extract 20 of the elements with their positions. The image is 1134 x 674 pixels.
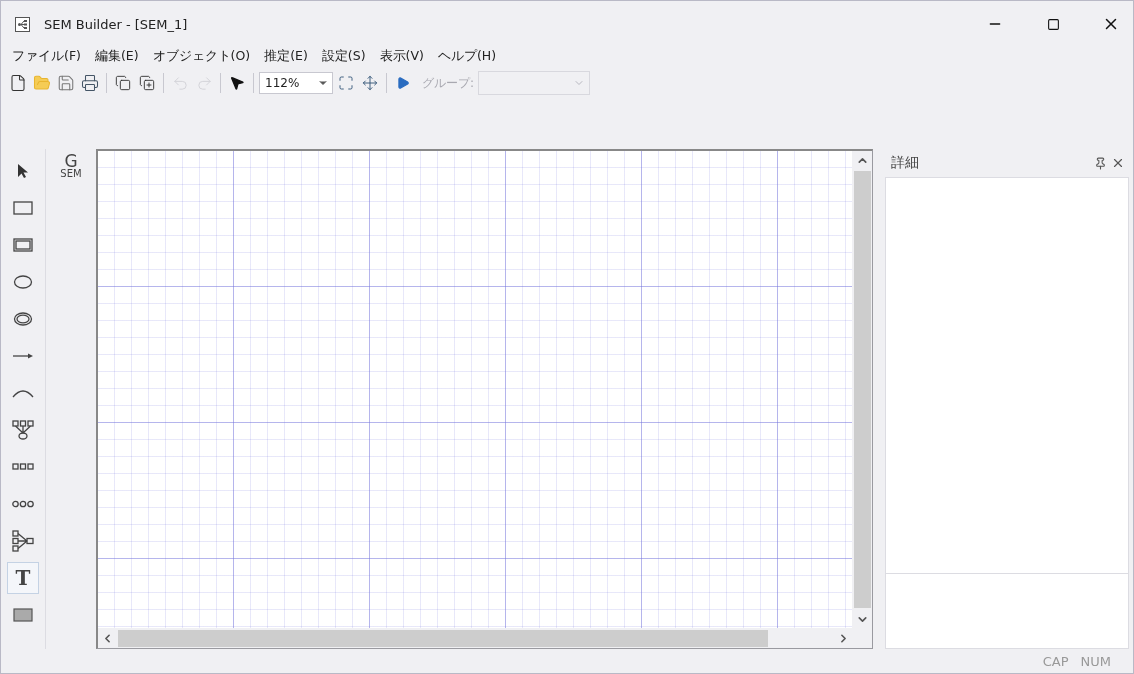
printer-icon[interactable] xyxy=(79,72,101,94)
text-tool[interactable]: T xyxy=(7,562,39,594)
group-label: グループ: xyxy=(422,74,475,92)
zoom-dropdown[interactable]: 112% xyxy=(259,72,333,94)
sem-button[interactable]: G SEM xyxy=(60,153,82,185)
menu-item[interactable]: ヘルプ(H) xyxy=(430,45,504,67)
panel-title: 詳細 xyxy=(891,154,920,172)
window-title: SEM Builder - [SEM_1] xyxy=(44,16,189,32)
maximize-icon[interactable] xyxy=(1046,17,1060,31)
status-indicator: NUM xyxy=(1080,653,1111,669)
menu-item[interactable]: 編集(E) xyxy=(87,45,146,67)
menu-item[interactable]: オブジェクト(O) xyxy=(145,45,258,67)
menu-item[interactable]: ファイル(F) xyxy=(5,45,88,67)
status-indicator: CAP xyxy=(1042,653,1069,669)
menu-item[interactable]: 推定(E) xyxy=(257,45,315,67)
menu-item[interactable]: 設定(S) xyxy=(314,45,373,67)
pin-icon[interactable] xyxy=(1094,156,1107,170)
app-icon xyxy=(15,16,30,32)
menu-item[interactable]: 表示(V) xyxy=(372,45,431,67)
close-icon[interactable] xyxy=(1111,156,1125,170)
